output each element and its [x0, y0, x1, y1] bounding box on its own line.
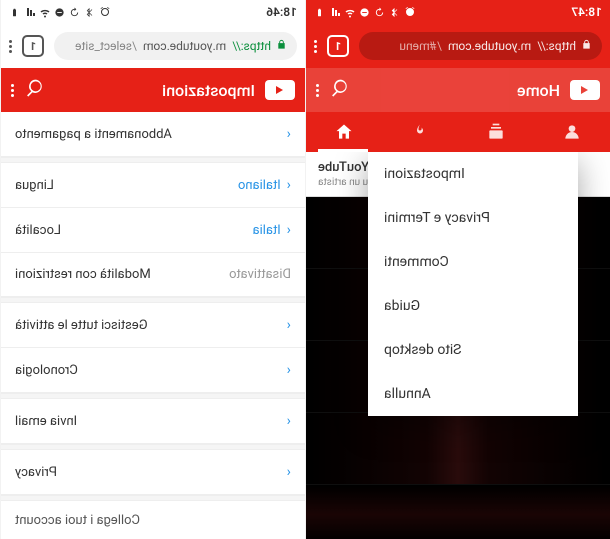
row-location[interactable]: ‹ Italia Località [1, 208, 305, 253]
menu-item-privacy-terms[interactable]: Privacy e Termini [368, 196, 578, 240]
row-language[interactable]: ‹ Italiano Lingua [1, 163, 305, 208]
url-path: /select_site [75, 39, 137, 53]
value-language: Italiano [238, 178, 281, 193]
menu-item-desktop-site[interactable]: Sito desktop [368, 328, 578, 372]
status-time: 18:47 [571, 5, 602, 19]
row-privacy[interactable]: ‹ Privacy [1, 450, 305, 495]
menu-item-help[interactable]: Guida [368, 284, 578, 328]
alarm-icon [99, 6, 111, 18]
row-restricted[interactable]: Disattivato Modalità con restrizioni [1, 253, 305, 297]
search-icon[interactable] [329, 78, 349, 102]
wifi-icon [39, 6, 51, 18]
url-bar[interactable]: https:// m.youtube.com /#menu [359, 32, 602, 60]
label-language: Lingua [15, 178, 54, 193]
signal-icon [329, 6, 341, 18]
search-icon[interactable] [24, 78, 44, 102]
status-time: 18:46 [266, 5, 297, 19]
page-title: Home [359, 81, 560, 100]
label-privacy: Privacy [15, 465, 57, 480]
chevron-left-icon: ‹ [287, 413, 291, 429]
battery-icon [9, 6, 21, 18]
context-menu: Impostazioni Privacy e Termini Commenti … [368, 152, 578, 416]
accounts-title: Collega i tuoi account [1, 501, 305, 532]
label-location: Località [15, 223, 61, 238]
url-host: m.youtube.com [143, 39, 226, 53]
dnd-icon [359, 6, 371, 18]
url-path: /#menu [399, 39, 441, 53]
browser-menu-icon[interactable] [9, 40, 12, 53]
value-location: Italia [253, 223, 281, 238]
app-menu-icon[interactable] [316, 84, 319, 97]
label-email: Invia email [15, 414, 77, 429]
battery-icon [314, 6, 326, 18]
url-host: m.youtube.com [448, 39, 531, 53]
tab-count[interactable]: 1 [22, 35, 44, 57]
lock-icon [277, 39, 287, 53]
row-history[interactable]: ‹ Cronologia [1, 348, 305, 393]
nav-home-icon[interactable] [333, 121, 355, 143]
chevron-left-icon: ‹ [287, 362, 291, 378]
browser-menu-icon[interactable] [314, 40, 317, 53]
row-subscriptions[interactable]: ‹ Abbonamenti a pagamento [1, 112, 305, 157]
row-twitter[interactable]: Collega Twitter [1, 532, 305, 539]
row-email[interactable]: ‹ Invia email [1, 399, 305, 444]
value-restricted: Disattivato [229, 267, 291, 282]
page-title: Impostazioni [54, 81, 255, 100]
chevron-left-icon: ‹ [287, 126, 291, 142]
nav-account-icon[interactable] [561, 121, 583, 143]
label-manage: Gestisci tutte le attività [15, 318, 148, 333]
url-scheme: https:// [537, 39, 576, 53]
label-restricted: Modalità con restrizioni [15, 267, 151, 282]
menu-item-settings[interactable]: Impostazioni [368, 152, 578, 196]
row-manage-activity[interactable]: ‹ Gestisci tutte le attività [1, 303, 305, 348]
dnd-icon [54, 6, 66, 18]
menu-item-comments[interactable]: Commenti [368, 240, 578, 284]
app-menu-icon[interactable] [11, 84, 14, 97]
signal-icon [24, 6, 36, 18]
sync-icon [69, 6, 81, 18]
nav-subscriptions-icon[interactable] [485, 121, 507, 143]
menu-item-cancel[interactable]: Annulla [368, 372, 578, 416]
wifi-icon [344, 6, 356, 18]
url-bar[interactable]: https:// m.youtube.com/select_site [54, 32, 297, 60]
alarm-icon [404, 6, 416, 18]
url-scheme: https:// [232, 39, 271, 53]
youtube-logo[interactable] [570, 80, 600, 100]
bluetooth-icon [84, 6, 96, 18]
chevron-left-icon: ‹ [287, 177, 291, 193]
label-history: Cronologia [15, 363, 78, 378]
nav-trending-icon[interactable] [409, 121, 431, 143]
chevron-left-icon: ‹ [287, 222, 291, 238]
chevron-left-icon: ‹ [287, 464, 291, 480]
label-subscriptions: Abbonamenti a pagamento [15, 127, 172, 142]
lock-icon [582, 39, 592, 53]
chevron-left-icon: ‹ [287, 317, 291, 333]
youtube-logo[interactable] [265, 80, 295, 100]
tab-count[interactable]: 1 [327, 35, 349, 57]
sync-icon [374, 6, 386, 18]
bluetooth-icon [389, 6, 401, 18]
